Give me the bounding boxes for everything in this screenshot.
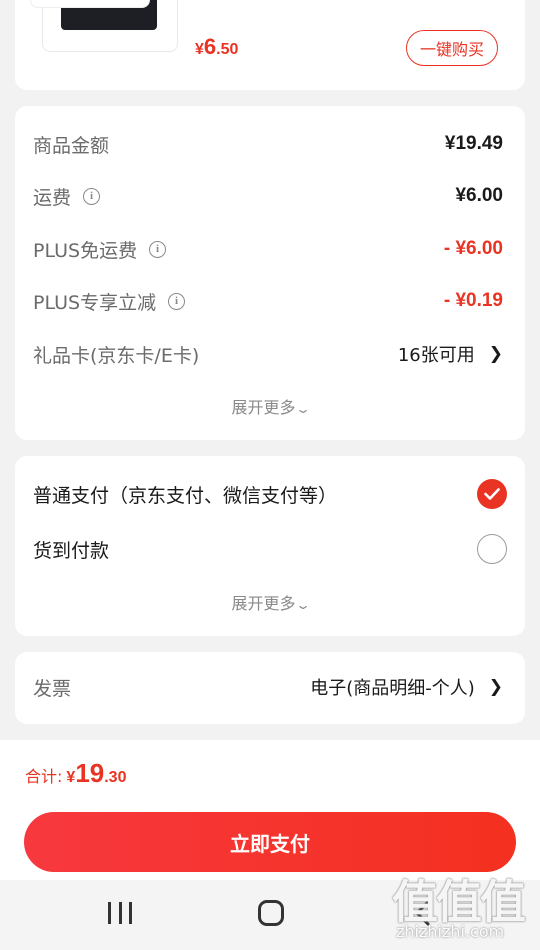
order-summary-card: 商品金额 ¥19.49 运费 i ¥6.00 PLUS免运费 i - ¥6.00… <box>15 106 525 440</box>
plus-discount-label: PLUS专享立减 <box>33 291 157 314</box>
chevron-right-icon: ❯ <box>488 344 503 364</box>
checkmark-icon <box>484 488 500 500</box>
payment-option-cod-label: 货到付款 <box>33 539 110 562</box>
goods-amount-label: 商品金额 <box>33 134 110 157</box>
info-icon[interactable]: i <box>149 240 167 258</box>
invoice-value: 电子(商品明细-个人) <box>310 678 475 699</box>
summary-expand-more[interactable]: 展开更多⌄ <box>15 394 525 418</box>
total-dec: .30 <box>104 769 127 786</box>
gift-card-row[interactable]: 礼品卡(京东卡/E卡) 16张可用 ❯ <box>33 339 503 369</box>
total-int: 19 <box>75 758 105 788</box>
plus-free-shipping-value: - ¥6.00 <box>443 238 503 259</box>
buy-now-button[interactable]: 一键购买 <box>406 30 498 66</box>
goods-amount-value: ¥19.49 <box>444 133 503 154</box>
plus-free-shipping-label: PLUS免运费 <box>33 239 138 262</box>
info-icon[interactable]: i <box>168 292 186 310</box>
recent-apps-icon[interactable] <box>108 902 132 924</box>
expand-more-label: 展开更多 <box>231 398 296 417</box>
total-label: 合计: <box>25 767 63 786</box>
goods-amount-row: 商品金额 ¥19.49 <box>33 129 503 159</box>
header-tab-fragment <box>30 0 150 8</box>
product-price: ¥6.50 <box>195 34 238 60</box>
shipping-label-wrap: 运费 i <box>33 183 101 210</box>
chevron-down-icon: ⌄ <box>295 598 312 612</box>
gift-card-available[interactable]: 16张可用 ❯ <box>398 341 503 367</box>
invoice-value-wrap[interactable]: 电子(商品明细-个人) ❯ <box>310 674 503 700</box>
gift-card-value: 16张可用 <box>397 345 475 366</box>
total-bar: 合计: ¥19.30 <box>0 740 540 806</box>
payment-method-card: 普通支付（京东支付、微信支付等） 货到付款 展开更多⌄ <box>15 456 525 636</box>
plus-discount-row: PLUS专享立减 i - ¥0.19 <box>33 286 503 316</box>
payment-option-normal[interactable]: 普通支付（京东支付、微信支付等） <box>33 478 507 510</box>
radio-unselected-icon[interactable] <box>477 534 507 564</box>
payment-option-cod[interactable]: 货到付款 <box>33 533 507 565</box>
payment-option-normal-label: 普通支付（京东支付、微信支付等） <box>33 484 338 507</box>
info-icon[interactable]: i <box>83 187 101 205</box>
watermark-url: zhizhizhi.com <box>396 922 505 941</box>
shipping-label: 运费 <box>33 186 72 209</box>
plus-discount-label-wrap: PLUS专享立减 i <box>33 288 186 315</box>
chevron-right-icon: ❯ <box>488 677 503 697</box>
total-currency: ¥ <box>66 769 76 786</box>
payment-expand-more[interactable]: 展开更多⌄ <box>15 590 525 614</box>
invoice-label: 发票 <box>33 677 72 700</box>
product-price-dec: .50 <box>216 41 239 58</box>
product-price-currency: ¥ <box>195 41 204 58</box>
order-total: 合计: ¥19.30 <box>25 758 126 789</box>
plus-free-shipping-label-wrap: PLUS免运费 i <box>33 236 167 263</box>
shipping-value: ¥6.00 <box>455 185 503 206</box>
shipping-row: 运费 i ¥6.00 <box>33 181 503 211</box>
product-price-int: 6 <box>203 34 217 59</box>
pay-now-button[interactable]: 立即支付 <box>24 812 516 872</box>
plus-free-shipping-row: PLUS免运费 i - ¥6.00 <box>33 234 503 264</box>
plus-discount-value: - ¥0.19 <box>443 290 503 311</box>
invoice-card[interactable]: 发票 电子(商品明细-个人) ❯ <box>15 652 525 724</box>
gift-card-label: 礼品卡(京东卡/E卡) <box>33 344 200 367</box>
home-icon[interactable] <box>258 900 284 926</box>
invoice-row[interactable]: 发票 电子(商品明细-个人) ❯ <box>33 672 503 702</box>
expand-more-label: 展开更多 <box>231 594 296 613</box>
check-selected-icon[interactable] <box>477 479 507 509</box>
product-card: ¥6.50 一键购买 <box>15 0 525 90</box>
chevron-down-icon: ⌄ <box>295 402 312 416</box>
